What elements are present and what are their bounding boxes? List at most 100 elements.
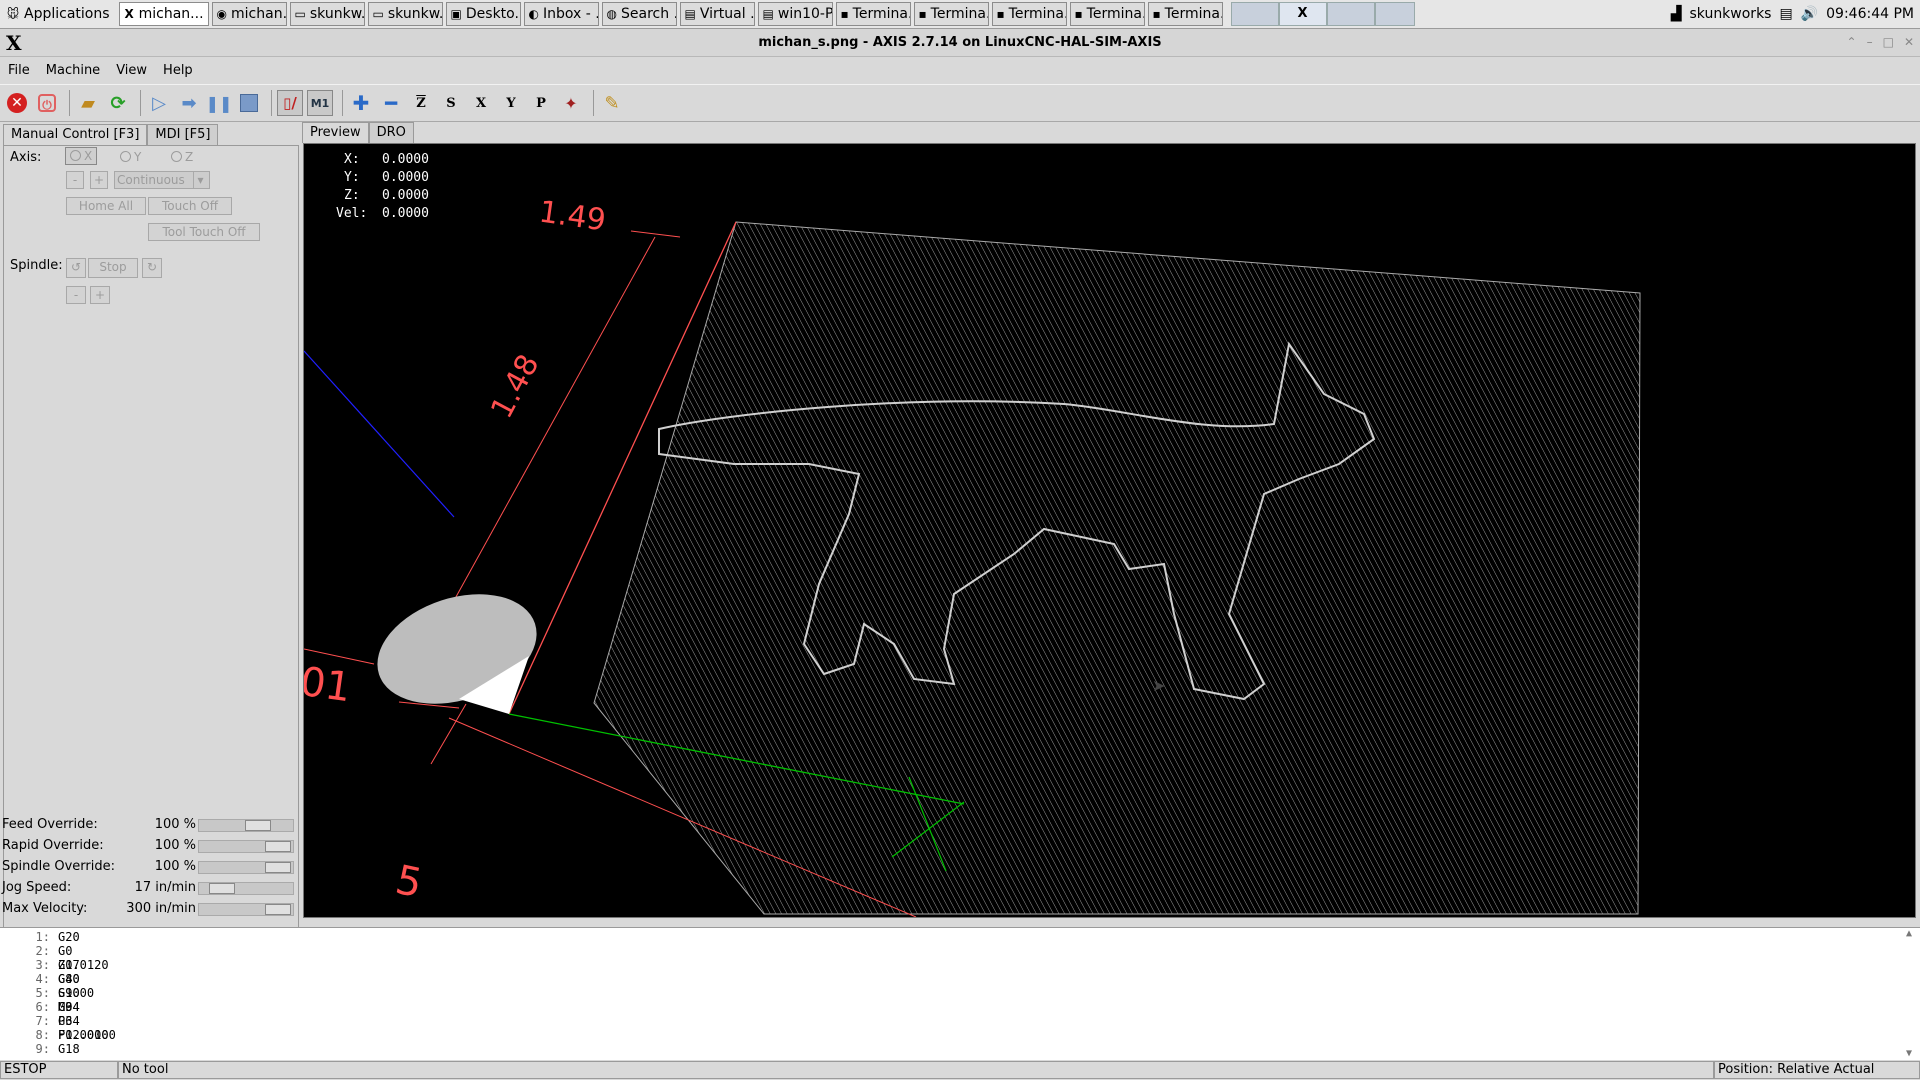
scroll-up-icon[interactable]: ▲ (1906, 928, 1912, 939)
step-button[interactable]: ➡ (176, 90, 202, 116)
spindle-reverse-button[interactable]: ↺ (66, 258, 86, 278)
home-all-button[interactable]: Home All (66, 197, 146, 215)
shade-icon[interactable]: ⌃ (1847, 35, 1857, 49)
touch-off-button[interactable]: Touch Off (148, 197, 232, 215)
maximize-icon[interactable]: □ (1883, 35, 1894, 49)
zoom-in-icon: ✚ (352, 91, 370, 115)
rapid-override-value: 100 % (154, 838, 196, 853)
menubar: File Machine View Help (0, 57, 1920, 83)
view-z-button[interactable]: Z (408, 90, 434, 116)
spindle-slower-button[interactable]: - (66, 286, 86, 304)
block-delete-button[interactable]: ▯/ (277, 90, 303, 116)
view-x-button[interactable]: X (468, 90, 494, 116)
view-y-button[interactable]: Y (498, 90, 524, 116)
task-button-chrome[interactable]: ◉michan... (211, 2, 287, 26)
task-button-inbox[interactable]: ◐Inbox - ... (523, 2, 599, 26)
zoom-in-button[interactable]: ✚ (348, 90, 374, 116)
axis-z-radio[interactable]: Z (171, 150, 193, 164)
terminal-icon: ▪ (918, 7, 927, 21)
tab-dro[interactable]: DRO (368, 122, 414, 143)
scroll-down-icon[interactable]: ▼ (1906, 1048, 1912, 1059)
workspace-2[interactable]: X (1278, 2, 1327, 26)
zoom-out-button[interactable]: ━ (378, 90, 404, 116)
applications-menu[interactable]: 🐭 Applications (0, 1, 116, 27)
slider-thumb[interactable] (245, 820, 271, 831)
spindle-faster-button[interactable]: + (90, 286, 110, 304)
toolbar-separator (271, 90, 272, 116)
gcode-scrollbar[interactable]: ▲ ▼ (1904, 928, 1918, 1059)
terminal-icon: ▪ (840, 7, 849, 21)
optional-stop-button[interactable]: M1 (307, 90, 333, 116)
task-button-win10[interactable]: ▤win10-P... (757, 2, 833, 26)
task-button-folder[interactable]: ▭skunkw... (367, 2, 443, 26)
toolbar-separator (140, 90, 141, 116)
estop-button[interactable]: ✕ (4, 90, 30, 116)
task-button-terminal[interactable]: ▪Termina... (1069, 2, 1145, 26)
jog-plus-button[interactable]: + (90, 171, 108, 189)
view-p-button[interactable]: P (528, 90, 554, 116)
tab-preview[interactable]: Preview (302, 122, 369, 143)
preview-canvas[interactable]: X: 0.0000 Y: 0.0000 Z: 0.0000 Vel: 0.000… (303, 143, 1916, 918)
menu-help[interactable]: Help (155, 63, 201, 78)
spindle-override-slider[interactable] (198, 861, 294, 874)
run-button[interactable]: ▷ (146, 90, 172, 116)
open-file-button[interactable]: ▰ (75, 90, 101, 116)
menu-machine[interactable]: Machine (38, 63, 108, 78)
workspace-3[interactable] (1326, 2, 1375, 26)
slider-thumb[interactable] (265, 862, 291, 873)
task-button-axis[interactable]: Xmichan... (118, 2, 209, 26)
dro-z-value: 0.0000 (382, 188, 429, 203)
system-tray: ▟ skunkworks ▤ 🔊 09:46:44 PM (1671, 6, 1920, 22)
rotate-view-button[interactable]: ✦ (558, 90, 584, 116)
clear-plot-button[interactable]: ✎ (599, 90, 625, 116)
minimize-icon[interactable]: – (1867, 35, 1873, 49)
gcode-listing[interactable]: 1: G20 2: G0 Z0.0120 3: G17 G40 4: G80 G90 G… (0, 927, 1920, 1061)
jog-speed-label: Jog Speed: (2, 880, 72, 895)
slider-thumb[interactable] (209, 883, 235, 894)
volume-icon[interactable]: 🔊 (1801, 6, 1818, 22)
machine-power-button[interactable]: ⏻ (34, 90, 60, 116)
task-button-virtual[interactable]: ▤Virtual ... (679, 2, 755, 26)
task-button-terminal[interactable]: ▪Termina... (835, 2, 911, 26)
menu-file[interactable]: File (0, 63, 38, 78)
workspace-4[interactable] (1374, 2, 1415, 26)
task-button-terminal[interactable]: ▪Termina... (913, 2, 989, 26)
tab-mdi[interactable]: MDI [F5] (147, 124, 219, 145)
stop-button[interactable] (236, 90, 262, 116)
slider-thumb[interactable] (265, 841, 291, 852)
pause-button[interactable]: ❚❚ (206, 90, 233, 116)
spindle-cw-icon: ↻ (146, 260, 158, 274)
task-button-folder[interactable]: ▭skunkw... (289, 2, 365, 26)
close-icon[interactable]: ✕ (1904, 35, 1914, 49)
task-button-desktop[interactable]: ▣Deskto... (445, 2, 521, 26)
tab-manual-control[interactable]: Manual Control [F3] (3, 124, 148, 145)
task-button-search[interactable]: ◍Search ... (601, 2, 677, 26)
spindle-stop-button[interactable]: Stop (88, 258, 138, 278)
reload-button[interactable]: ⟳ (105, 90, 131, 116)
tool-touch-off-button[interactable]: Tool Touch Off (148, 223, 260, 241)
brush-icon: ✎ (604, 92, 620, 114)
dro-z-axis: Z: (344, 188, 360, 203)
rapid-override-slider[interactable] (198, 840, 294, 853)
z-axis-line (304, 350, 455, 518)
dim-tick-top (630, 230, 681, 238)
jog-minus-button[interactable]: - (66, 171, 84, 189)
task-button-terminal[interactable]: ▪Termina... (1147, 2, 1223, 26)
max-velocity-slider[interactable] (198, 903, 294, 916)
workspace-1[interactable] (1230, 2, 1279, 26)
view-z2-button[interactable]: S (438, 90, 464, 116)
task-button-terminal[interactable]: ▪Termina... (991, 2, 1067, 26)
feed-override-slider[interactable] (198, 819, 294, 832)
jog-speed-slider[interactable] (198, 882, 294, 895)
jog-increment-select[interactable]: Continuous ▾ (114, 171, 210, 189)
axis-x-radio[interactable]: X (65, 147, 98, 165)
axis-y-radio[interactable]: Y (120, 150, 141, 164)
folder-open-icon: ▰ (81, 92, 95, 114)
clock[interactable]: 09:46:44 PM (1826, 6, 1914, 22)
network-icon[interactable]: ▤ (1779, 6, 1792, 22)
taskbar: 🐭 Applications Xmichan... ◉michan... ▭sk… (0, 0, 1920, 29)
menu-view[interactable]: View (108, 63, 155, 78)
spindle-forward-button[interactable]: ↻ (142, 258, 162, 278)
slider-thumb[interactable] (265, 904, 291, 915)
max-velocity-label: Max Velocity: (2, 901, 88, 916)
